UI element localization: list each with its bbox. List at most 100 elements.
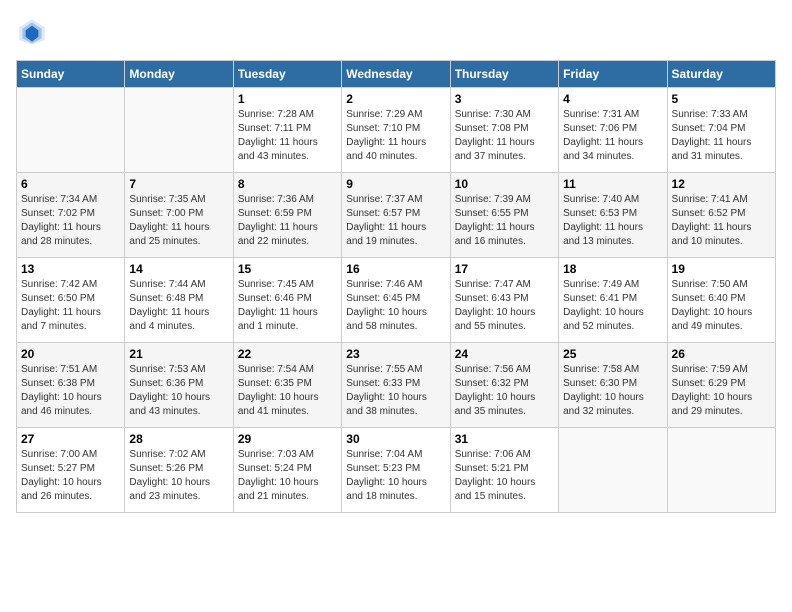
- day-info: Sunrise: 7:59 AM Sunset: 6:29 PM Dayligh…: [672, 363, 771, 419]
- day-number: 22: [238, 347, 337, 361]
- day-cell: 24 Sunrise: 7:56 AM Sunset: 6:32 PM Dayli…: [450, 343, 558, 428]
- calendar-header: SundayMondayTuesdayWednesdayThursdayFrid…: [17, 61, 776, 88]
- day-cell: 4 Sunrise: 7:31 AM Sunset: 7:06 PM Daylig…: [559, 88, 667, 173]
- day-cell: 15 Sunrise: 7:45 AM Sunset: 6:46 PM Dayli…: [233, 258, 341, 343]
- day-number: 20: [21, 347, 120, 361]
- logo: [16, 16, 54, 48]
- day-cell: 14 Sunrise: 7:44 AM Sunset: 6:48 PM Dayli…: [125, 258, 233, 343]
- day-info: Sunrise: 7:49 AM Sunset: 6:41 PM Dayligh…: [563, 278, 662, 334]
- header-cell-friday: Friday: [559, 61, 667, 88]
- day-info: Sunrise: 7:46 AM Sunset: 6:45 PM Dayligh…: [346, 278, 445, 334]
- day-number: 4: [563, 92, 662, 106]
- day-info: Sunrise: 7:36 AM Sunset: 6:59 PM Dayligh…: [238, 193, 337, 249]
- day-cell: 2Sunrise: 7:29 AM Sunset: 7:10 PM Daylig…: [342, 88, 450, 173]
- day-number: 10: [455, 177, 554, 191]
- day-cell: 7 Sunrise: 7:35 AM Sunset: 7:00 PM Daylig…: [125, 173, 233, 258]
- day-number: 5: [672, 92, 771, 106]
- day-info: Sunrise: 7:54 AM Sunset: 6:35 PM Dayligh…: [238, 363, 337, 419]
- day-info: Sunrise: 7:00 AM Sunset: 5:27 PM Dayligh…: [21, 448, 120, 504]
- day-info: Sunrise: 7:44 AM Sunset: 6:48 PM Dayligh…: [129, 278, 228, 334]
- header-row: SundayMondayTuesdayWednesdayThursdayFrid…: [17, 61, 776, 88]
- day-number: 27: [21, 432, 120, 446]
- day-info: Sunrise: 7:42 AM Sunset: 6:50 PM Dayligh…: [21, 278, 120, 334]
- day-number: 14: [129, 262, 228, 276]
- day-number: 17: [455, 262, 554, 276]
- day-info: Sunrise: 7:06 AM Sunset: 5:21 PM Dayligh…: [455, 448, 554, 504]
- logo-icon: [16, 16, 48, 48]
- day-info: Sunrise: 7:33 AM Sunset: 7:04 PM Dayligh…: [672, 108, 771, 164]
- day-info: Sunrise: 7:50 AM Sunset: 6:40 PM Dayligh…: [672, 278, 771, 334]
- day-cell: [667, 428, 775, 513]
- day-cell: 26Sunrise: 7:59 AM Sunset: 6:29 PM Dayli…: [667, 343, 775, 428]
- day-cell: 30 Sunrise: 7:04 AM Sunset: 5:23 PM Dayli…: [342, 428, 450, 513]
- day-cell: 28 Sunrise: 7:02 AM Sunset: 5:26 PM Dayli…: [125, 428, 233, 513]
- day-cell: 25 Sunrise: 7:58 AM Sunset: 6:30 PM Dayli…: [559, 343, 667, 428]
- day-info: Sunrise: 7:53 AM Sunset: 6:36 PM Dayligh…: [129, 363, 228, 419]
- day-cell: 27 Sunrise: 7:00 AM Sunset: 5:27 PM Dayli…: [17, 428, 125, 513]
- day-cell: 21 Sunrise: 7:53 AM Sunset: 6:36 PM Dayli…: [125, 343, 233, 428]
- day-info: Sunrise: 7:45 AM Sunset: 6:46 PM Dayligh…: [238, 278, 337, 334]
- day-info: Sunrise: 7:56 AM Sunset: 6:32 PM Dayligh…: [455, 363, 554, 419]
- day-cell: 18Sunrise: 7:49 AM Sunset: 6:41 PM Dayli…: [559, 258, 667, 343]
- header-cell-thursday: Thursday: [450, 61, 558, 88]
- day-info: Sunrise: 7:34 AM Sunset: 7:02 PM Dayligh…: [21, 193, 120, 249]
- week-row-5: 27 Sunrise: 7:00 AM Sunset: 5:27 PM Dayli…: [17, 428, 776, 513]
- day-cell: 31Sunrise: 7:06 AM Sunset: 5:21 PM Dayli…: [450, 428, 558, 513]
- day-cell: 1Sunrise: 7:28 AM Sunset: 7:11 PM Daylig…: [233, 88, 341, 173]
- day-number: 29: [238, 432, 337, 446]
- day-number: 7: [129, 177, 228, 191]
- page-header: [16, 16, 776, 48]
- day-info: Sunrise: 7:31 AM Sunset: 7:06 PM Dayligh…: [563, 108, 662, 164]
- day-cell: 16Sunrise: 7:46 AM Sunset: 6:45 PM Dayli…: [342, 258, 450, 343]
- day-info: Sunrise: 7:35 AM Sunset: 7:00 PM Dayligh…: [129, 193, 228, 249]
- day-number: 24: [455, 347, 554, 361]
- header-cell-wednesday: Wednesday: [342, 61, 450, 88]
- day-number: 8: [238, 177, 337, 191]
- day-cell: 19 Sunrise: 7:50 AM Sunset: 6:40 PM Dayli…: [667, 258, 775, 343]
- day-cell: 20 Sunrise: 7:51 AM Sunset: 6:38 PM Dayli…: [17, 343, 125, 428]
- day-info: Sunrise: 7:04 AM Sunset: 5:23 PM Dayligh…: [346, 448, 445, 504]
- day-info: Sunrise: 7:03 AM Sunset: 5:24 PM Dayligh…: [238, 448, 337, 504]
- day-info: Sunrise: 7:58 AM Sunset: 6:30 PM Dayligh…: [563, 363, 662, 419]
- day-info: Sunrise: 7:39 AM Sunset: 6:55 PM Dayligh…: [455, 193, 554, 249]
- day-cell: 12 Sunrise: 7:41 AM Sunset: 6:52 PM Dayli…: [667, 173, 775, 258]
- day-number: 25: [563, 347, 662, 361]
- day-number: 12: [672, 177, 771, 191]
- week-row-4: 20 Sunrise: 7:51 AM Sunset: 6:38 PM Dayli…: [17, 343, 776, 428]
- calendar-body: 1Sunrise: 7:28 AM Sunset: 7:11 PM Daylig…: [17, 88, 776, 513]
- header-cell-sunday: Sunday: [17, 61, 125, 88]
- day-number: 13: [21, 262, 120, 276]
- day-cell: [559, 428, 667, 513]
- header-cell-tuesday: Tuesday: [233, 61, 341, 88]
- day-info: Sunrise: 7:41 AM Sunset: 6:52 PM Dayligh…: [672, 193, 771, 249]
- day-number: 3: [455, 92, 554, 106]
- day-number: 21: [129, 347, 228, 361]
- week-row-2: 6 Sunrise: 7:34 AM Sunset: 7:02 PM Daylig…: [17, 173, 776, 258]
- day-cell: [17, 88, 125, 173]
- day-info: Sunrise: 7:51 AM Sunset: 6:38 PM Dayligh…: [21, 363, 120, 419]
- day-number: 19: [672, 262, 771, 276]
- header-cell-monday: Monday: [125, 61, 233, 88]
- day-cell: 8 Sunrise: 7:36 AM Sunset: 6:59 PM Daylig…: [233, 173, 341, 258]
- day-cell: 10 Sunrise: 7:39 AM Sunset: 6:55 PM Dayli…: [450, 173, 558, 258]
- day-cell: 5 Sunrise: 7:33 AM Sunset: 7:04 PM Daylig…: [667, 88, 775, 173]
- day-info: Sunrise: 7:47 AM Sunset: 6:43 PM Dayligh…: [455, 278, 554, 334]
- day-number: 11: [563, 177, 662, 191]
- header-cell-saturday: Saturday: [667, 61, 775, 88]
- day-number: 6: [21, 177, 120, 191]
- day-number: 30: [346, 432, 445, 446]
- day-cell: 17 Sunrise: 7:47 AM Sunset: 6:43 PM Dayli…: [450, 258, 558, 343]
- day-number: 15: [238, 262, 337, 276]
- week-row-1: 1Sunrise: 7:28 AM Sunset: 7:11 PM Daylig…: [17, 88, 776, 173]
- day-info: Sunrise: 7:02 AM Sunset: 5:26 PM Dayligh…: [129, 448, 228, 504]
- day-cell: 29 Sunrise: 7:03 AM Sunset: 5:24 PM Dayli…: [233, 428, 341, 513]
- day-info: Sunrise: 7:40 AM Sunset: 6:53 PM Dayligh…: [563, 193, 662, 249]
- calendar: SundayMondayTuesdayWednesdayThursdayFrid…: [16, 60, 776, 513]
- week-row-3: 13 Sunrise: 7:42 AM Sunset: 6:50 PM Dayli…: [17, 258, 776, 343]
- day-number: 28: [129, 432, 228, 446]
- day-info: Sunrise: 7:55 AM Sunset: 6:33 PM Dayligh…: [346, 363, 445, 419]
- day-number: 1: [238, 92, 337, 106]
- day-info: Sunrise: 7:29 AM Sunset: 7:10 PM Dayligh…: [346, 108, 445, 164]
- day-cell: 9Sunrise: 7:37 AM Sunset: 6:57 PM Daylig…: [342, 173, 450, 258]
- day-cell: 11 Sunrise: 7:40 AM Sunset: 6:53 PM Dayli…: [559, 173, 667, 258]
